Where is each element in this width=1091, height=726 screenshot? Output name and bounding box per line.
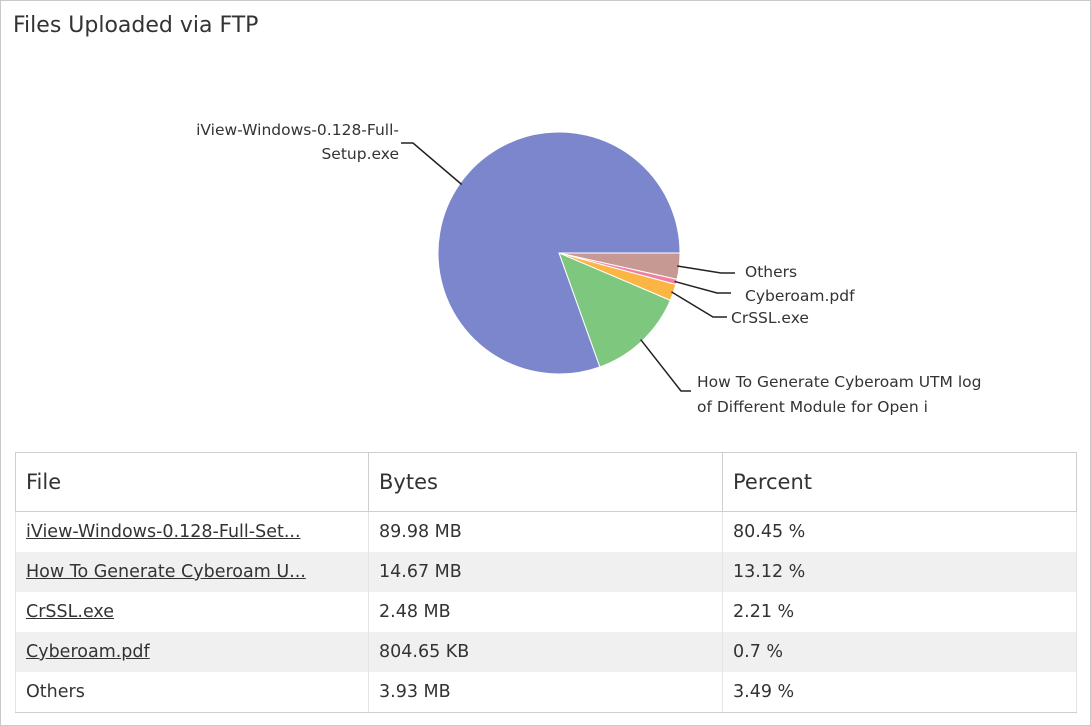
slice-label: How To Generate Cyberoam UTM log (697, 373, 981, 391)
pie-chart: iView-Windows-0.128-Full- Setup.exe How To… (196, 121, 981, 416)
leader-line (640, 339, 691, 392)
table-row: iView-Windows-0.128-Full-Set... 89.98 MB… (15, 511, 1077, 552)
slice-label: CrSSL.exe (731, 309, 809, 327)
table-row: CrSSL.exe 2.48 MB 2.21 % (15, 592, 1077, 632)
chart-panel: Files Uploaded via FTP iView-Windows-0.1… (0, 0, 1091, 726)
table-header-row: File Bytes Percent (15, 452, 1077, 512)
leader-line (677, 265, 735, 274)
bytes-cell: 14.67 MB (368, 552, 723, 592)
bytes-cell: 89.98 MB (368, 511, 723, 552)
leader-line (671, 291, 727, 318)
file-cell: iView-Windows-0.128-Full-Set... (15, 511, 369, 552)
bytes-cell: 2.48 MB (368, 592, 723, 632)
leader-line (674, 280, 731, 294)
slice-label: Cyberoam.pdf (745, 287, 855, 305)
file-column-header[interactable]: File (15, 452, 369, 512)
percent-cell: 2.21 % (722, 592, 1077, 632)
file-link[interactable]: iView-Windows-0.128-Full-Set... (26, 522, 301, 542)
file-link[interactable]: How To Generate Cyberoam U... (26, 562, 306, 582)
file-cell: Others (15, 672, 369, 713)
percent-cell: 0.7 % (722, 632, 1077, 672)
table-row: How To Generate Cyberoam U... 14.67 MB 1… (15, 552, 1077, 592)
file-cell: Cyberoam.pdf (15, 632, 369, 672)
table-row: Others 3.93 MB 3.49 % (15, 672, 1077, 713)
bytes-cell: 804.65 KB (368, 632, 723, 672)
bytes-column-header[interactable]: Bytes (368, 452, 723, 512)
file-cell: How To Generate Cyberoam U... (15, 552, 369, 592)
table-row: Cyberoam.pdf 804.65 KB 0.7 % (15, 632, 1077, 672)
slice-label: Others (745, 263, 797, 281)
leader-line (401, 142, 463, 186)
file-link[interactable]: Cyberoam.pdf (26, 642, 150, 662)
bytes-cell: 3.93 MB (368, 672, 723, 713)
slice-label: iView-Windows-0.128-Full- (196, 121, 399, 139)
data-table: File Bytes Percent iView-Windows-0.128-F… (15, 452, 1077, 713)
percent-column-header[interactable]: Percent (722, 452, 1077, 512)
file-cell: CrSSL.exe (15, 592, 369, 632)
file-link[interactable]: CrSSL.exe (26, 602, 114, 622)
percent-cell: 13.12 % (722, 552, 1077, 592)
slice-label: Setup.exe (321, 145, 399, 163)
slice-label: of Different Module for Open i (697, 398, 928, 416)
percent-cell: 3.49 % (722, 672, 1077, 713)
percent-cell: 80.45 % (722, 511, 1077, 552)
